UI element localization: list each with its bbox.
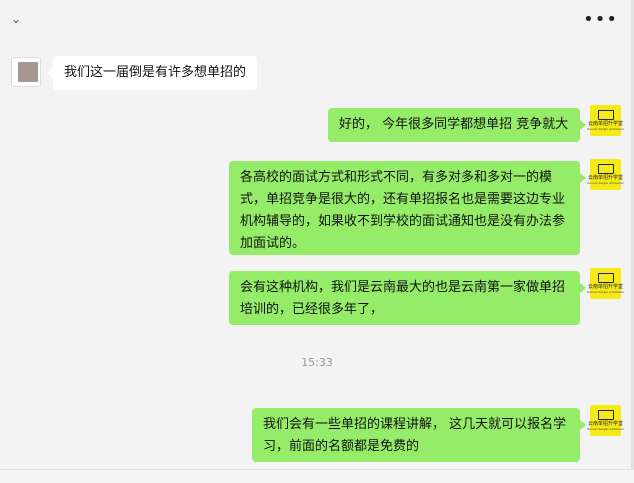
user-avatar-image [18, 62, 38, 82]
avatar-logo-subtext: Yunnan Single Admission [586, 290, 625, 294]
input-area-edge [0, 469, 634, 483]
contact-avatar[interactable]: 云南单招升学堂 Yunnan Single Admission [586, 159, 625, 190]
message-bubble-outgoing[interactable]: 各高校的面试方式和形式不同，有多对多和多对一的模式，单招竞争是很大的，还有单招报… [229, 161, 586, 255]
brand-logo-icon [597, 273, 614, 283]
message-text: 我们会有一些单招的课程讲解， 这几天就可以报名学习，前面的名额都是免费的 [263, 417, 567, 454]
avatar-logo-subtext: Yunnan Single Admission [586, 127, 625, 131]
message-bubble-incoming[interactable]: 我们这一届倒是有许多想单招的 [47, 56, 257, 90]
avatar-logo-subtext: Yunnan Single Admission [586, 181, 625, 185]
brand-logo-icon [597, 410, 614, 420]
contact-avatar[interactable]: 云南单招升学堂 Yunnan Single Admission [586, 268, 625, 299]
message-text: 好的， 今年很多同学都想单招 竞争就大 [339, 117, 569, 132]
message-timestamp: 15:33 [301, 356, 333, 369]
user-avatar[interactable] [11, 57, 41, 87]
chat-header: ⌄ ••• [0, 0, 634, 40]
message-bubble-outgoing[interactable]: 好的， 今年很多同学都想单招 竞争就大 [328, 108, 586, 142]
message-text: 各高校的面试方式和形式不同，有多对多和多对一的模式，单招竞争是很大的，还有单招报… [240, 170, 566, 251]
avatar-logo-subtext: Yunnan Single Admission [586, 427, 625, 431]
contact-avatar[interactable]: 云南单招升学堂 Yunnan Single Admission [586, 105, 625, 136]
message-text: 会有这种机构，我们是云南最大的也是云南第一家做单招培训的，已经很多年了， [240, 280, 566, 317]
brand-logo-icon [597, 164, 614, 174]
message-text: 我们这一届倒是有许多想单招的 [64, 65, 247, 80]
brand-logo-icon [597, 110, 614, 120]
contact-avatar[interactable]: 云南单招升学堂 Yunnan Single Admission [586, 405, 625, 436]
more-options-icon[interactable]: ••• [583, 9, 618, 30]
chevron-down-icon[interactable]: ⌄ [11, 12, 21, 26]
message-bubble-outgoing[interactable]: 我们会有一些单招的课程讲解， 这几天就可以报名学习，前面的名额都是免费的 [252, 408, 586, 462]
message-bubble-outgoing[interactable]: 会有这种机构，我们是云南最大的也是云南第一家做单招培训的，已经很多年了， [229, 271, 586, 325]
